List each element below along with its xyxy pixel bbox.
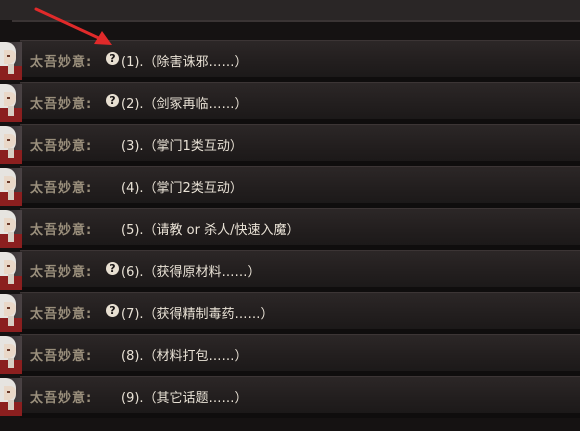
row-background bbox=[20, 334, 580, 372]
speaker-portrait bbox=[0, 252, 22, 290]
option-label[interactable]: (6).（获得原材料……） bbox=[121, 261, 261, 280]
speaker-name: 太吾妙意: bbox=[30, 265, 93, 280]
option-label[interactable]: (5).（请教 or 杀人/快速入魔） bbox=[121, 219, 300, 238]
dialogue-option-row[interactable]: 太吾妙意: (4).（掌门2类互动） bbox=[0, 166, 580, 208]
speaker-name: 太吾妙意: bbox=[30, 181, 93, 196]
speaker-name: 太吾妙意: bbox=[30, 97, 93, 112]
row-background bbox=[20, 376, 580, 414]
speaker-portrait bbox=[0, 378, 22, 416]
row-background bbox=[20, 208, 580, 246]
speaker-name: 太吾妙意: bbox=[30, 391, 93, 406]
row-background bbox=[20, 166, 580, 204]
row-background bbox=[20, 82, 580, 120]
speaker-portrait bbox=[0, 84, 22, 122]
dialogue-option-row[interactable]: 太吾妙意: (3).（掌门1类互动） bbox=[0, 124, 580, 166]
speaker-portrait bbox=[0, 294, 22, 332]
red-arrow-icon bbox=[34, 7, 112, 45]
dialogue-option-row[interactable]: 太吾妙意: ? (7).（获得精制毒药……） bbox=[0, 292, 580, 334]
dialogue-option-row[interactable]: 太吾妙意: (8).（材料打包……） bbox=[0, 334, 580, 376]
speaker-portrait bbox=[0, 168, 22, 206]
dialogue-option-row[interactable]: 太吾妙意: (9).（其它话题……） bbox=[0, 376, 580, 418]
speaker-name: 太吾妙意: bbox=[30, 223, 93, 238]
speaker-portrait bbox=[0, 126, 22, 164]
dialogue-panel: 太吾妙意: ? (1).（除害诛邪……） 太吾妙意: ? (2).（剑冢再临……… bbox=[0, 0, 580, 431]
option-label[interactable]: (3).（掌门1类互动） bbox=[121, 135, 243, 154]
row-separator bbox=[20, 413, 580, 418]
question-hint-icon: ? bbox=[106, 304, 119, 317]
speaker-portrait bbox=[0, 336, 22, 374]
option-label[interactable]: (8).（材料打包……） bbox=[121, 345, 248, 364]
option-label[interactable]: (2).（剑冢再临……） bbox=[121, 93, 248, 112]
speaker-name: 太吾妙意: bbox=[30, 307, 93, 322]
speaker-name: 太吾妙意: bbox=[30, 139, 93, 154]
dialogue-option-row[interactable]: 太吾妙意: ? (2).（剑冢再临……） bbox=[0, 82, 580, 124]
row-background bbox=[20, 124, 580, 162]
question-hint-icon: ? bbox=[106, 262, 119, 275]
option-label[interactable]: (7).（获得精制毒药……） bbox=[121, 303, 274, 322]
speaker-name: 太吾妙意: bbox=[30, 349, 93, 364]
option-label[interactable]: (4).（掌门2类互动） bbox=[121, 177, 243, 196]
question-hint-icon: ? bbox=[106, 94, 119, 107]
row-background bbox=[20, 250, 580, 288]
speaker-portrait bbox=[0, 210, 22, 248]
dialogue-option-row[interactable]: 太吾妙意: (5).（请教 or 杀人/快速入魔） bbox=[0, 208, 580, 250]
row-background bbox=[20, 292, 580, 330]
option-label[interactable]: (9).（其它话题……） bbox=[121, 387, 248, 406]
dialogue-option-row[interactable]: 太吾妙意: ? (6).（获得原材料……） bbox=[0, 250, 580, 292]
option-label[interactable]: (1).（除害诛邪……） bbox=[121, 51, 248, 70]
